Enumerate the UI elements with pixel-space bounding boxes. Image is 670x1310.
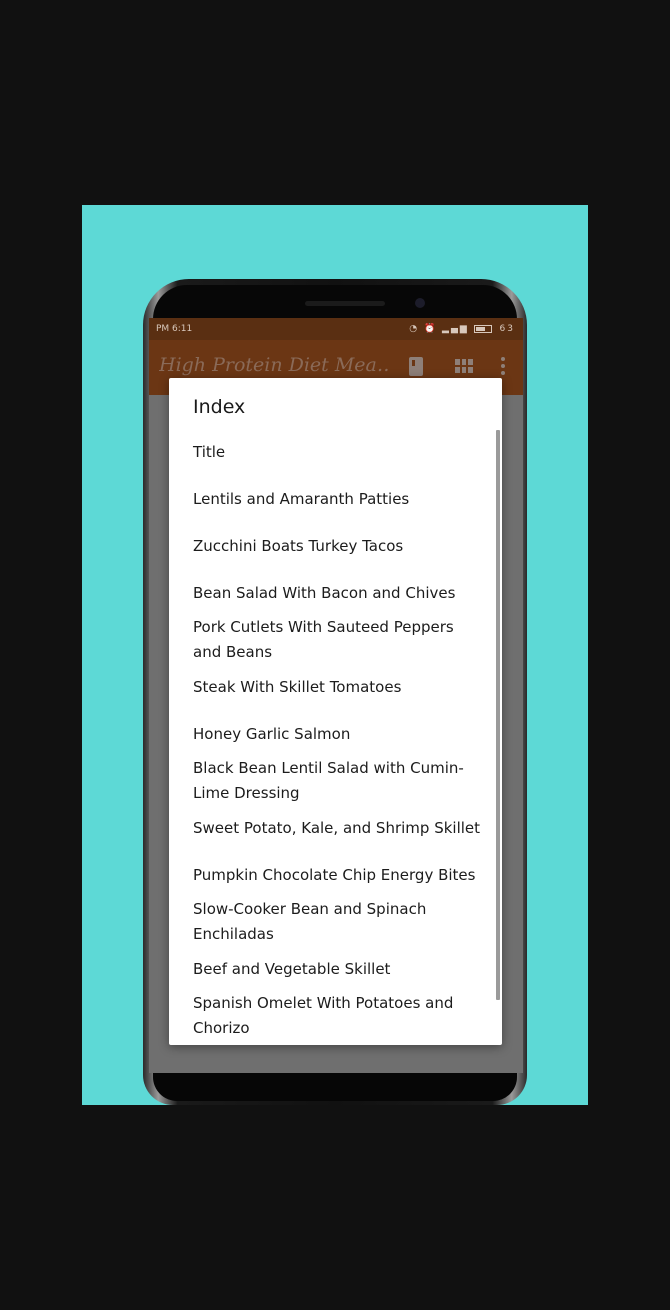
list-item[interactable]: Beef and Vegetable Skillet [193,957,483,982]
list-item[interactable]: Sweet Potato, Kale, and Shrimp Skillet [193,816,483,841]
phone-bottom-bezel [153,1073,517,1101]
alarm-off-icon: ◔ [409,324,420,334]
list-item[interactable]: Pumpkin Chocolate Chip Energy Bites [193,863,483,888]
battery-icon [473,324,492,333]
grid-icon[interactable] [455,359,473,373]
list-item[interactable]: Slow-Cooker Bean and Spinach Enchiladas [193,897,483,947]
status-bar: PM 6:11 ◔ ⏰ ▂▄▆ 63 [149,318,523,340]
index-dialog: Index Title Lentils and Amaranth Patties… [169,378,502,1045]
alarm-icon: ⏰ [423,324,438,334]
list-item[interactable]: Title [193,440,483,465]
more-vert-icon[interactable] [501,357,505,375]
app-title: High Protein Diet Mea… [159,354,389,376]
scrollbar[interactable] [496,430,500,1000]
camera-icon [415,298,425,308]
phone-top-bezel [153,285,517,319]
status-time: PM 6:11 [156,324,193,334]
status-icons: ◔ ⏰ ▂▄▆ 63 [409,318,515,340]
signal-icon: ▂▄▆ [442,324,469,334]
list-item[interactable]: Pork Cutlets With Sauteed Peppers and Be… [193,615,483,665]
list-item[interactable]: Honey Garlic Salmon [193,722,483,747]
list-item[interactable]: Black Bean Lentil Salad with Cumin-Lime … [193,756,483,806]
list-item[interactable]: Steak With Skillet Tomatoes [193,675,483,700]
book-icon[interactable] [409,357,423,376]
speaker-grille [305,301,385,306]
list-item[interactable]: Bean Salad With Bacon and Chives [193,581,483,606]
list-item[interactable]: Zucchini Boats Turkey Tacos [193,534,483,559]
battery-level: 63 [499,324,515,334]
list-item[interactable]: Lentils and Amaranth Patties [193,487,483,512]
list-item[interactable]: Spanish Omelet With Potatoes and Chorizo [193,991,483,1041]
dialog-title: Index [193,396,246,418]
